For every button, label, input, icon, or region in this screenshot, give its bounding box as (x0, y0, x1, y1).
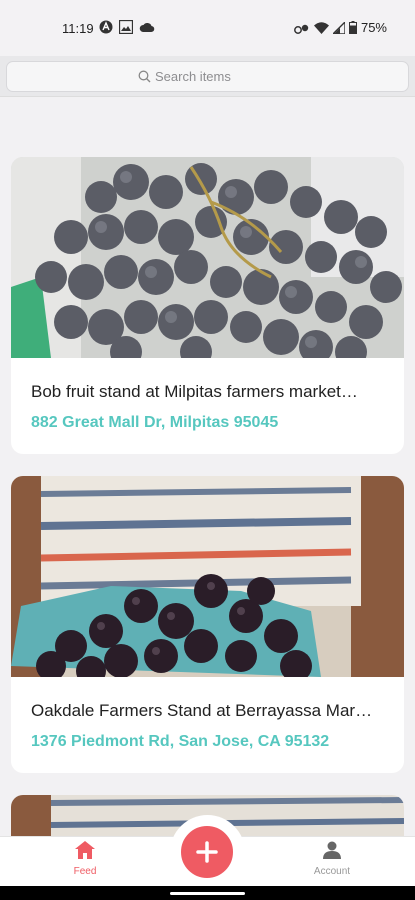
plus-icon (196, 841, 218, 863)
search-box[interactable] (6, 61, 409, 92)
listing-image (11, 157, 404, 358)
listing-image (11, 476, 404, 677)
listing-title: Bob fruit stand at Milpitas farmers mark… (31, 382, 358, 401)
home-icon (75, 841, 95, 859)
home-indicator[interactable] (170, 892, 245, 895)
battery-icon (348, 21, 357, 34)
listing-card[interactable]: Oakdale Farmers Stand at Berrayassa Mar…… (11, 476, 404, 773)
tab-account[interactable]: Account (292, 841, 372, 877)
blackberries-photo (11, 476, 404, 677)
tab-feed[interactable]: Feed (45, 841, 125, 877)
search-icon (138, 70, 151, 83)
tab-account-label: Account (313, 866, 351, 877)
signal-icon (332, 21, 345, 34)
cloud-icon (139, 22, 155, 33)
search-bar (0, 56, 415, 97)
search-input[interactable] (153, 68, 277, 85)
listing-title: Oakdale Farmers Stand at Berrayassa Mar… (31, 701, 373, 720)
vibrate-key-icon (294, 24, 309, 34)
status-time: 11:19 (62, 21, 94, 36)
battery-percent: 75% (360, 20, 387, 35)
tab-feed-label: Feed (73, 866, 97, 877)
listing-address: 1376 Piedmont Rd, San Jose, CA 95132 (31, 733, 330, 750)
listing-card[interactable]: Bob fruit stand at Milpitas farmers mark… (11, 157, 404, 454)
add-listing-button[interactable] (177, 822, 237, 882)
status-bar: 11:19 75% (0, 0, 415, 56)
listing-address: 882 Great Mall Dr, Milpitas 95045 (31, 414, 279, 431)
grapes-photo (11, 157, 404, 358)
feed-list: Bob fruit stand at Milpitas farmers mark… (0, 96, 415, 836)
person-icon (323, 841, 341, 859)
image-icon (119, 20, 133, 34)
wifi-icon (313, 21, 329, 34)
system-icons: 75% (294, 20, 387, 35)
assistant-icon (99, 20, 113, 34)
notification-icons (99, 20, 155, 34)
